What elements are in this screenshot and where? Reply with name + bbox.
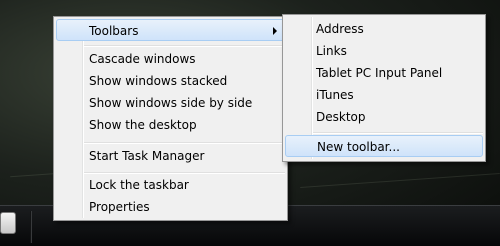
submenu-item-tablet-pc-input-panel[interactable]: Tablet PC Input Panel: [285, 62, 483, 84]
menu-item-properties[interactable]: Properties: [56, 196, 285, 218]
menu-item-label: Properties: [89, 200, 150, 214]
chat-bubble-icon[interactable]: [0, 212, 16, 234]
menu-item-show-the-desktop[interactable]: Show the desktop: [56, 114, 285, 136]
menu-item-label: Lock the taskbar: [89, 178, 189, 192]
menu-item-label: Show windows side by side: [89, 96, 253, 110]
menu-item-label: Show windows stacked: [89, 74, 228, 88]
submenu-item-label: Links: [316, 44, 347, 58]
menu-item-show-windows-side-by-side[interactable]: Show windows side by side: [56, 92, 285, 114]
submenu-item-new-toolbar[interactable]: New toolbar...: [285, 135, 483, 157]
submenu-item-desktop[interactable]: Desktop: [285, 106, 483, 128]
menu-item-label: Start Task Manager: [89, 149, 205, 163]
menu-item-start-task-manager[interactable]: Start Task Manager: [56, 145, 285, 167]
menu-item-label: Toolbars: [89, 24, 139, 38]
menu-item-label: Cascade windows: [89, 52, 196, 66]
submenu-item-label: Desktop: [316, 110, 366, 124]
submenu-item-label: New toolbar...: [317, 140, 400, 154]
menu-separator: [313, 132, 483, 134]
menu-item-toolbars[interactable]: Toolbars: [56, 19, 285, 41]
submenu-item-label: iTunes: [316, 88, 354, 102]
submenu-item-itunes[interactable]: iTunes: [285, 84, 483, 106]
submenu-arrow-icon: [273, 27, 277, 35]
menu-item-lock-the-taskbar[interactable]: Lock the taskbar: [56, 174, 285, 196]
toolbars-submenu: Address Links Tablet PC Input Panel iTun…: [282, 14, 486, 162]
taskbar-context-menu: Toolbars Cascade windows Show windows st…: [53, 16, 288, 221]
menu-separator: [84, 142, 285, 144]
menu-item-cascade-windows[interactable]: Cascade windows: [56, 48, 285, 70]
submenu-item-links[interactable]: Links: [285, 40, 483, 62]
menu-item-label: Show the desktop: [89, 118, 197, 132]
menu-item-show-windows-stacked[interactable]: Show windows stacked: [56, 70, 285, 92]
submenu-item-address[interactable]: Address: [285, 18, 483, 40]
submenu-item-label: Address: [316, 22, 364, 36]
submenu-item-label: Tablet PC Input Panel: [316, 66, 443, 80]
taskbar-divider: [30, 211, 32, 243]
menu-separator: [84, 45, 285, 47]
